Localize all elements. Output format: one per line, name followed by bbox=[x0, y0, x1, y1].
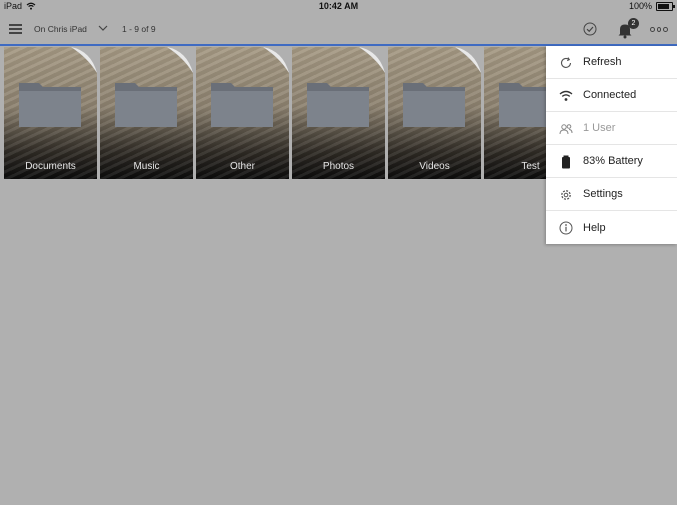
refresh-icon bbox=[560, 57, 572, 68]
users-icon bbox=[559, 124, 573, 135]
folder-label: Photos bbox=[322, 161, 355, 172]
menu-item-label: Help bbox=[583, 221, 606, 234]
folder-label: Videos bbox=[419, 161, 450, 172]
page-curl-icon bbox=[167, 47, 193, 73]
menu-item-settings[interactable]: Settings bbox=[546, 178, 677, 211]
status-bar: iPad 10:42 AM 100% bbox=[0, 0, 677, 13]
folder-tile-photos[interactable]: Photos bbox=[292, 47, 385, 179]
select-check-icon[interactable] bbox=[583, 22, 597, 36]
menu-item-label: 1 User bbox=[583, 122, 616, 134]
wifi-icon bbox=[559, 90, 573, 101]
folder-icon bbox=[211, 83, 273, 127]
folder-icon bbox=[19, 83, 81, 127]
folder-tile-music[interactable]: Music bbox=[100, 47, 193, 179]
folder-label: Music bbox=[133, 161, 160, 172]
folder-tile-videos[interactable]: Videos bbox=[388, 47, 481, 179]
info-icon bbox=[559, 221, 573, 235]
clock: 10:42 AM bbox=[318, 1, 359, 11]
folder-label: Documents bbox=[25, 161, 76, 172]
folder-icon bbox=[403, 83, 465, 127]
hamburger-menu-icon[interactable] bbox=[9, 24, 22, 34]
battery-status-icon bbox=[656, 1, 675, 11]
folder-icon bbox=[307, 83, 369, 127]
page-curl-icon bbox=[455, 47, 481, 73]
folder-tile-documents[interactable]: Documents bbox=[4, 47, 97, 179]
menu-item-battery[interactable]: 83% Battery bbox=[546, 145, 677, 178]
gear-icon bbox=[561, 190, 571, 200]
menu-item-help[interactable]: Help bbox=[546, 211, 677, 244]
menu-item-connected[interactable]: Connected bbox=[546, 79, 677, 112]
item-count: 1 - 9 of 9 bbox=[122, 24, 156, 34]
menu-item-users: 1 User bbox=[546, 112, 677, 145]
battery-percent: 100% bbox=[628, 1, 652, 11]
toolbar: On Chris iPad 1 - 9 of 9 2 bbox=[0, 13, 677, 46]
menu-item-refresh[interactable]: Refresh bbox=[546, 46, 677, 79]
folder-icon bbox=[115, 83, 177, 127]
folder-tile-other[interactable]: Other bbox=[196, 47, 289, 179]
menu-item-label: Settings bbox=[583, 188, 623, 200]
location-selector[interactable]: On Chris iPad bbox=[34, 24, 87, 34]
menu-item-label: Connected bbox=[583, 89, 637, 101]
status-right: 100% bbox=[628, 1, 675, 11]
folder-label: Other bbox=[229, 161, 255, 172]
more-options-icon[interactable] bbox=[650, 27, 669, 33]
menu-item-label: Refresh bbox=[583, 56, 622, 68]
page-curl-icon bbox=[71, 47, 97, 73]
battery-icon bbox=[562, 155, 570, 169]
chevron-down-icon[interactable] bbox=[98, 24, 108, 32]
page-curl-icon bbox=[359, 47, 385, 73]
notification-badge: 2 bbox=[628, 18, 639, 29]
menu-item-label: 83% Battery bbox=[583, 155, 643, 167]
page-curl-icon bbox=[263, 47, 289, 73]
options-menu: Refresh Connected 1 User 83% Battery Set… bbox=[546, 46, 677, 244]
